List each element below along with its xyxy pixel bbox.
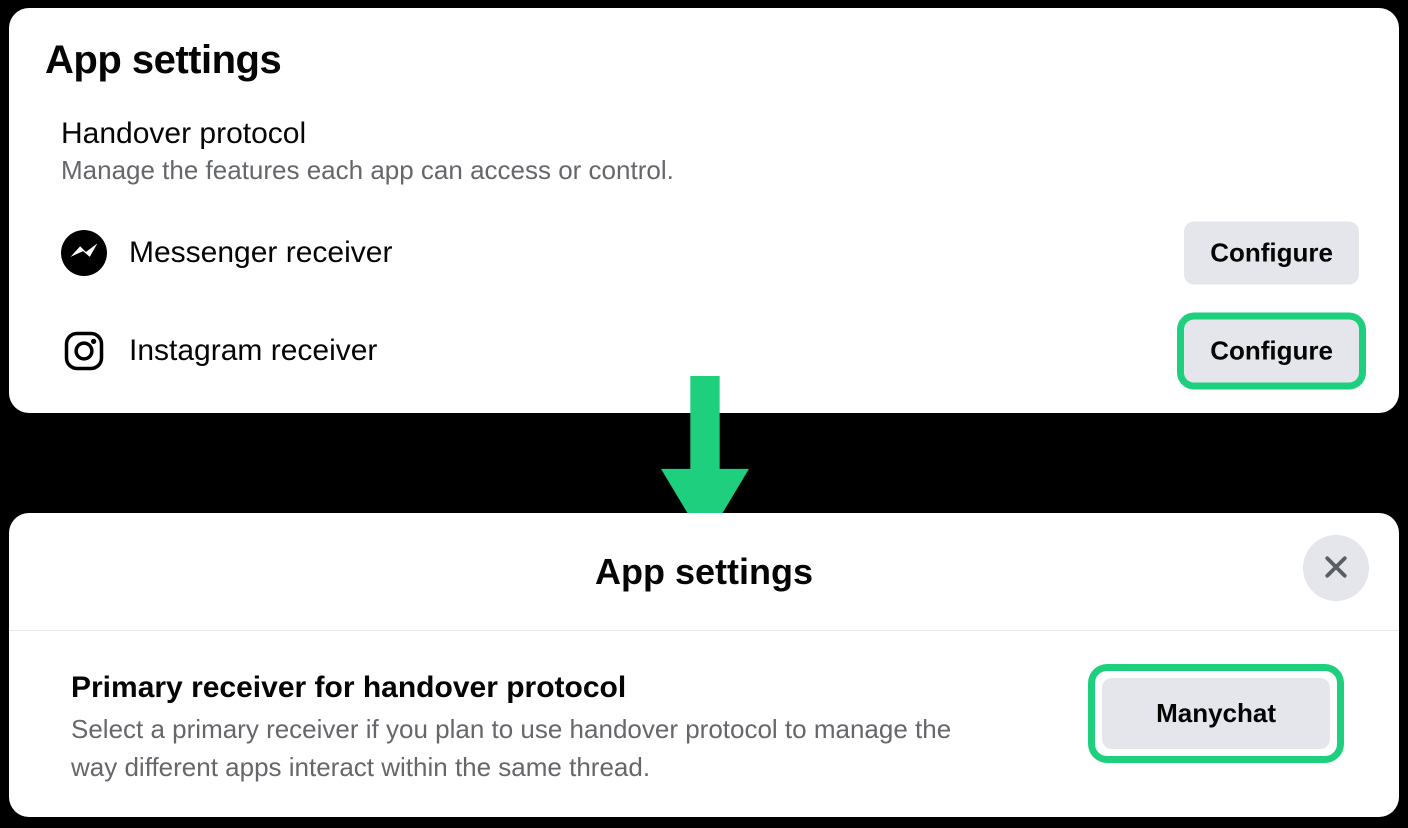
modal-header: App settings [9, 513, 1399, 631]
instagram-icon [61, 328, 107, 374]
messenger-icon [61, 230, 107, 276]
messenger-receiver-row: Messenger receiver Configure [61, 216, 1359, 290]
page-title: App settings [45, 38, 1359, 83]
app-settings-panel: App settings Handover protocol Manage th… [9, 8, 1399, 413]
app-settings-modal: App settings Primary receiver for handov… [9, 513, 1399, 817]
handover-section-subtitle: Manage the features each app can access … [61, 155, 1359, 186]
modal-title: App settings [595, 551, 813, 593]
primary-receiver-text: Primary receiver for handover protocol S… [71, 671, 971, 786]
instagram-receiver-label: Instagram receiver [129, 334, 377, 368]
instagram-configure-button[interactable]: Configure [1184, 320, 1359, 383]
modal-body: Primary receiver for handover protocol S… [9, 631, 1399, 786]
close-icon [1321, 552, 1351, 585]
primary-receiver-select[interactable]: Manychat [1102, 678, 1330, 749]
messenger-configure-button[interactable]: Configure [1184, 222, 1359, 285]
primary-receiver-title: Primary receiver for handover protocol [71, 671, 971, 705]
messenger-receiver-label: Messenger receiver [129, 236, 392, 270]
close-button[interactable] [1303, 535, 1369, 601]
primary-receiver-highlight: Manychat [1095, 671, 1337, 756]
handover-section-title: Handover protocol [61, 117, 1359, 151]
primary-receiver-description: Select a primary receiver if you plan to… [71, 711, 971, 786]
